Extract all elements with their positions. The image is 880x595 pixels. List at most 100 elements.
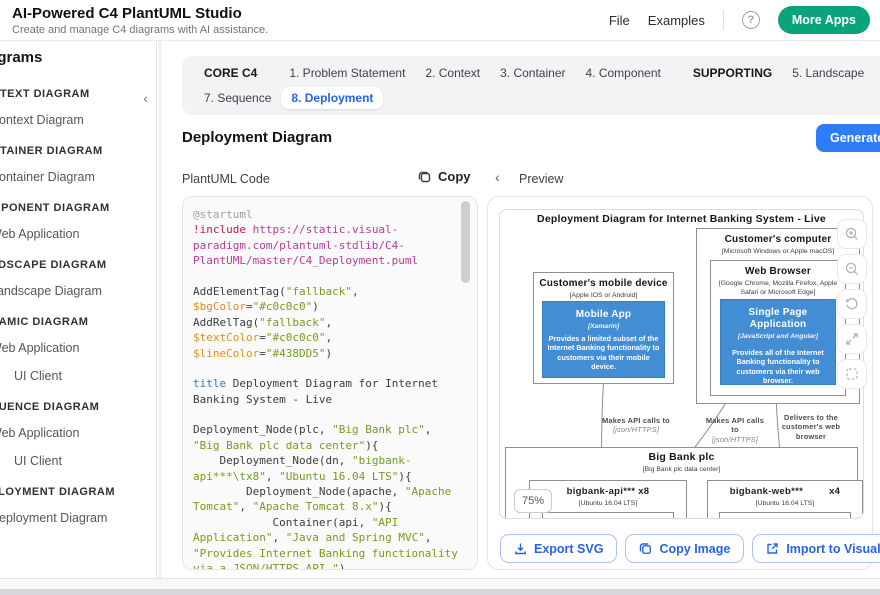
node-bigbank-web[interactable]: bigbank-web*** x4 [Ubuntu 16.04 LTS] Apa… — [707, 480, 863, 519]
node-subtitle: [Ubuntu 16.04 LTS] — [530, 499, 686, 508]
code-scrollbar[interactable] — [461, 201, 470, 283]
sidebar-item[interactable]: Container Diagram — [0, 170, 157, 185]
container-technology: [Xamarin] — [547, 323, 660, 330]
code-token: via a JSON/HTTPS API." — [193, 562, 339, 570]
code-line: Deployment_Node(plc, "Big Bank plc", — [193, 422, 467, 437]
sidebar-item[interactable]: Web Application — [0, 426, 157, 441]
file-menu[interactable]: File — [609, 13, 630, 28]
tab-supporting: SUPPORTING — [683, 62, 782, 84]
reset-view-button[interactable] — [837, 289, 867, 319]
header-nav: File Examples ? More Apps — [609, 0, 870, 40]
code-token: ){ — [398, 470, 411, 483]
zoom-out-button[interactable] — [837, 254, 867, 284]
code-token: "Apache — [405, 485, 451, 498]
code-token: ) — [312, 300, 319, 313]
code-token: "fallback" — [286, 285, 352, 298]
generate-diagram-button[interactable]: Generate Diagram — [816, 124, 880, 152]
code-token: "Big Bank plc data center" — [193, 439, 365, 452]
tab-row: 7. Sequence8. Deployment — [194, 87, 880, 109]
edge-technology: [json/HTTPS] — [600, 425, 672, 434]
edge-technology: [json/HTTPS] — [703, 435, 767, 444]
code-token: api***\tx8" — [193, 470, 266, 483]
sidebar-item[interactable]: Web Application — [0, 341, 157, 356]
code-token: = — [259, 331, 266, 344]
tab-core-c4: CORE C4 — [194, 62, 267, 84]
sidebar-section-header: DYNAMIC DIAGRAM — [0, 316, 157, 328]
code-token: "#c0c0c0" — [266, 331, 326, 344]
code-line: $lineColor="#438DD5") — [193, 346, 467, 361]
sidebar-collapse-icon[interactable]: ‹ — [143, 90, 148, 106]
copy-code-button[interactable]: Copy — [418, 169, 471, 184]
code-token: Application" — [193, 531, 272, 544]
container-single-page-application[interactable]: Single Page Application [JavaScript and … — [720, 299, 836, 385]
code-editor[interactable]: @startuml!include https://static.visual-… — [183, 197, 477, 570]
page-title: Deployment Diagram — [182, 129, 332, 146]
code-line: Tomcat", "Apache Tomcat 8.x"){ — [193, 499, 467, 514]
more-apps-button[interactable]: More Apps — [778, 6, 870, 34]
tab-3-container[interactable]: 3. Container — [490, 62, 575, 84]
tab-4-component[interactable]: 4. Component — [575, 62, 670, 84]
help-icon[interactable]: ? — [742, 11, 760, 29]
sidebar-item[interactable]: Web Application — [0, 227, 157, 242]
code-token: Container(api, — [193, 516, 372, 529]
main-content: CORE C4 1. Problem Statement2. Context3. … — [162, 41, 880, 578]
external-link-icon — [766, 542, 779, 555]
zoom-level-badge: 75% — [514, 489, 552, 513]
sidebar-section-header: LANDSCAPE DIAGRAM — [0, 259, 157, 271]
preview-actions: Export SVG Copy Image Import to Visual P… — [500, 534, 880, 563]
zoom-in-button[interactable] — [837, 219, 867, 249]
fullscreen-button[interactable] — [837, 324, 867, 354]
import-to-visual-paradigm-button[interactable]: Import to Visual Paradigm — [752, 534, 880, 563]
node-apache-tomcat[interactable]: Apache Tomcat — [542, 512, 674, 519]
sidebar-item[interactable]: UI Client — [0, 454, 157, 469]
container-mobile-app[interactable]: Mobile App [Xamarin] Provides a limited … — [542, 301, 665, 378]
node-apache-tomcat[interactable]: Apache Tomcat — [719, 512, 851, 519]
node-count: x8 — [638, 486, 649, 497]
sidebar-item[interactable]: Deployment Diagram — [0, 511, 157, 526]
tab-7-sequence[interactable]: 7. Sequence — [194, 87, 281, 109]
code-line: $textColor="#c0c0c0", — [193, 330, 467, 345]
node-title: Apache Tomcat — [572, 518, 645, 519]
node-web-browser[interactable]: Web Browser [Google Chrome, Mozilla Fire… — [710, 260, 846, 396]
copy-icon — [639, 542, 652, 555]
sidebar-title: Diagrams — [0, 41, 157, 66]
sidebar: Diagrams CONTEXT DIAGRAMContext DiagramC… — [0, 41, 157, 578]
code-token: Deployment_Node(apache, — [193, 485, 405, 498]
code-line: title Deployment Diagram for Internet — [193, 376, 467, 391]
app-subtitle: Create and manage C4 diagrams with AI as… — [12, 24, 268, 36]
code-token: "bigbank- — [352, 454, 412, 467]
code-line: Banking System - Live — [193, 392, 467, 407]
sidebar-item[interactable]: UI Client — [0, 369, 157, 384]
preview-collapse-icon[interactable]: ‹ — [495, 169, 500, 185]
examples-menu[interactable]: Examples — [648, 13, 705, 28]
copy-image-button[interactable]: Copy Image — [625, 534, 744, 563]
zoom-out-icon — [844, 261, 860, 277]
fit-selection-button[interactable] — [837, 359, 867, 389]
zoom-in-icon — [844, 226, 860, 242]
code-token: PlantUML/master/C4_Deployment.puml — [193, 254, 418, 267]
sidebar-item[interactable]: Context Diagram — [0, 113, 157, 128]
tab-5-landscape[interactable]: 5. Landscape — [782, 62, 874, 84]
node-title: bigbank-api*** — [567, 486, 636, 497]
nav-divider — [723, 10, 724, 30]
tab-1-problem-statement[interactable]: 1. Problem Statement — [279, 62, 415, 84]
sidebar-item[interactable]: Landscape Diagram — [0, 284, 157, 299]
sidebar-section-header: COMPONENT DIAGRAM — [0, 202, 157, 214]
reset-icon — [844, 296, 860, 312]
tab-2-context[interactable]: 2. Context — [415, 62, 490, 84]
app-title: AI-Powered C4 PlantUML Studio — [12, 5, 242, 22]
node-bigbank-api[interactable]: bigbank-api*** x8 [Ubuntu 16.04 LTS] Apa… — [529, 480, 687, 519]
code-line — [193, 269, 467, 284]
export-svg-button[interactable]: Export SVG — [500, 534, 617, 563]
code-token: , — [325, 331, 332, 344]
sidebar-section-header: DEPLOYMENT DIAGRAM — [0, 486, 157, 498]
diagram-canvas[interactable]: Deployment Diagram for Internet Banking … — [499, 209, 864, 519]
node-customer-mobile-device[interactable]: Customer's mobile device [Apple IOS or A… — [533, 272, 674, 384]
code-line: Container(api, "API — [193, 515, 467, 530]
plantuml-code-panel[interactable]: @startuml!include https://static.visual-… — [182, 196, 478, 570]
code-line: "Big Bank plc data center"){ — [193, 438, 467, 453]
node-customer-computer[interactable]: Customer's computer [Microsoft Windows o… — [696, 228, 860, 404]
node-title: Apache Tomcat — [749, 518, 822, 519]
tab-8-deployment[interactable]: 8. Deployment — [281, 87, 383, 109]
tab-6-dynamic[interactable]: 6. Dynamic — [874, 62, 880, 84]
